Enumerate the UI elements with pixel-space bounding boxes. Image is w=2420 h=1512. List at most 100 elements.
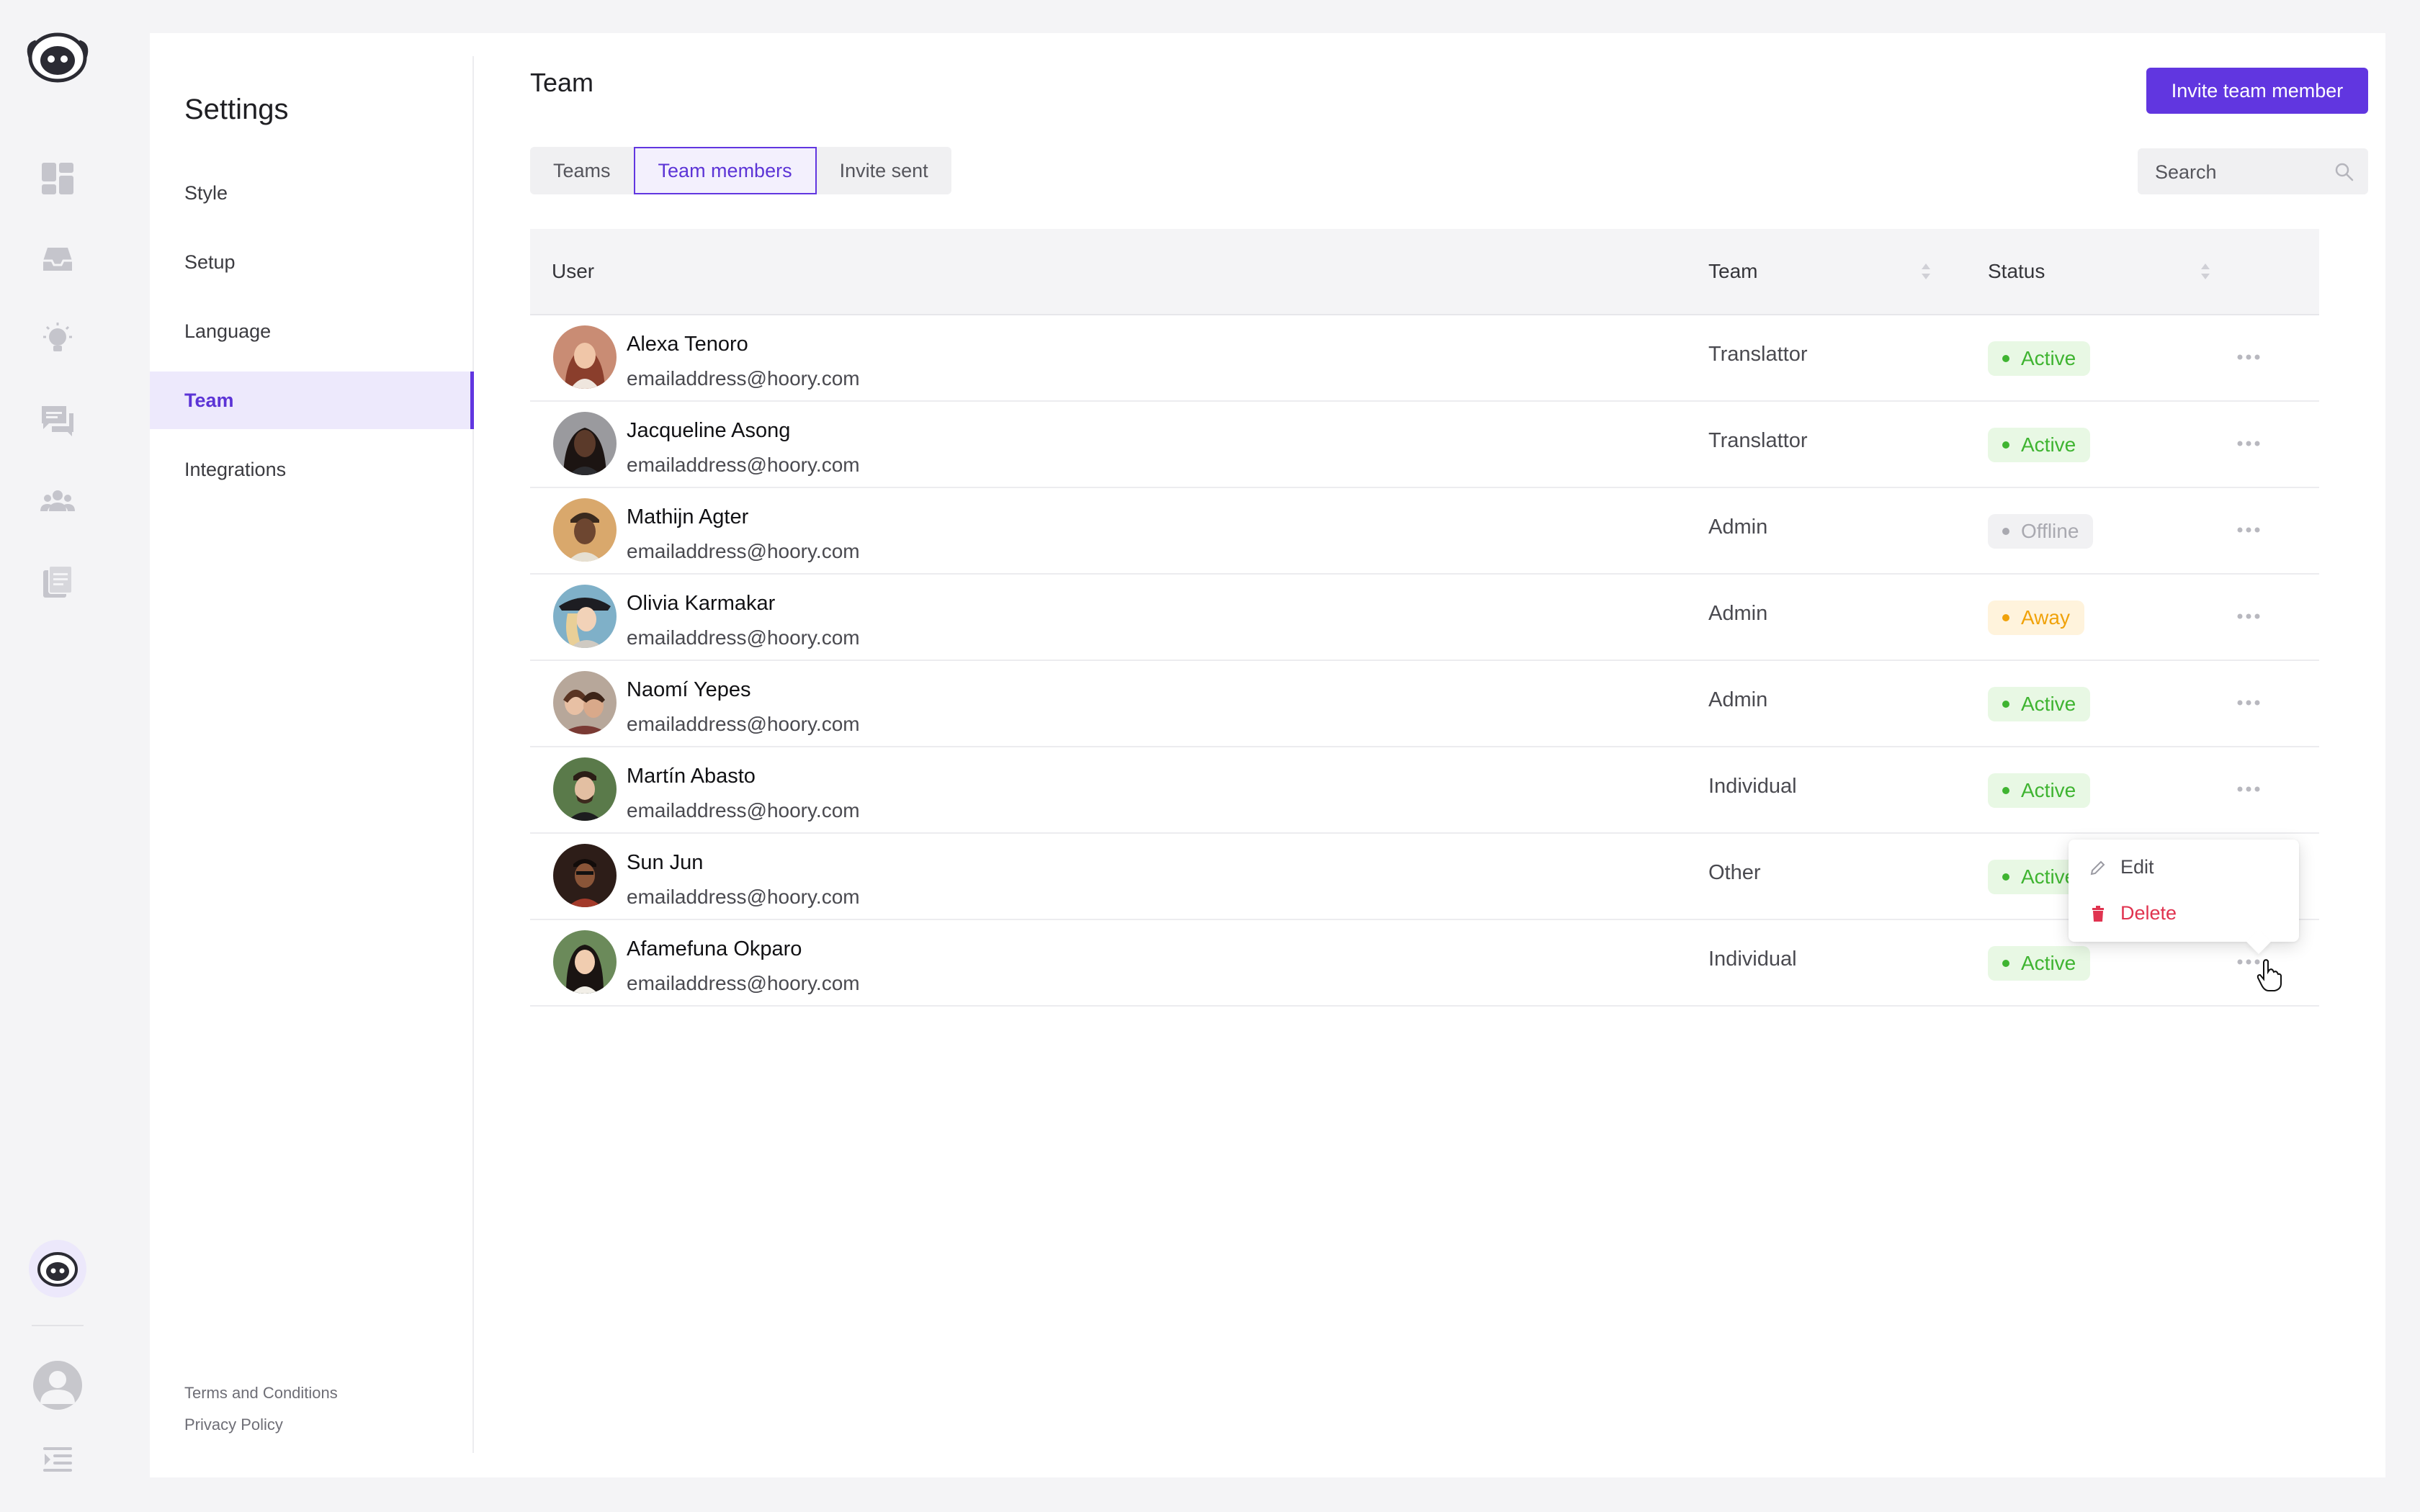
member-avatar — [553, 757, 617, 821]
lightbulb-icon[interactable] — [37, 320, 78, 360]
search-input[interactable] — [2154, 148, 2322, 196]
table-row: Naomí Yepes emailaddress@hoory.com Admin… — [530, 661, 2319, 747]
status-badge: Active — [1988, 687, 2091, 721]
settings-item-integrations[interactable]: Integrations — [150, 441, 472, 498]
table-header: User Team Status — [530, 229, 2319, 315]
table-row: Sun Jun emailaddress@hoory.com Other Act… — [530, 834, 2319, 920]
status-badge: Offline — [1988, 514, 2094, 549]
team-content: Team Invite team member Teams Team membe… — [530, 33, 2368, 1477]
member-name: Martín Abasto — [627, 765, 756, 788]
settings-item-style[interactable]: Style — [150, 164, 472, 222]
table-row: Jacqueline Asong emailaddress@hoory.com … — [530, 402, 2319, 488]
delete-menu-item[interactable]: Delete — [2089, 899, 2177, 927]
member-team: Translattor — [1708, 429, 1808, 452]
member-avatar — [553, 585, 617, 648]
member-team: Individual — [1708, 775, 1797, 798]
trash-icon — [2092, 906, 2104, 922]
settings-sidebar: Settings Style Setup Language Team Integ… — [150, 56, 474, 1453]
main-card: Settings Style Setup Language Team Integ… — [150, 33, 2385, 1477]
search-icon[interactable] — [2334, 161, 2355, 183]
hoory-bot-icon — [37, 1252, 78, 1287]
member-avatar — [553, 930, 617, 994]
table-row: Martín Abasto emailaddress@hoory.com Ind… — [530, 747, 2319, 834]
member-team: Translattor — [1708, 343, 1808, 366]
member-name: Mathijn Agter — [627, 505, 749, 528]
contacts-icon[interactable] — [37, 481, 78, 521]
tab-invite-sent[interactable]: Invite sent — [817, 147, 951, 194]
table-row: Mathijn Agter emailaddress@hoory.com Adm… — [530, 488, 2319, 575]
pages-icon[interactable] — [37, 562, 78, 602]
member-team: Admin — [1708, 516, 1768, 539]
dashboard-icon[interactable] — [37, 158, 78, 199]
member-name: Alexa Tenoro — [627, 333, 748, 356]
status-badge: Away — [1988, 600, 2084, 635]
inbox-icon[interactable] — [37, 239, 78, 279]
status-badge: Active — [1988, 773, 2091, 808]
member-avatar — [553, 498, 617, 562]
user-icon — [40, 1371, 75, 1404]
column-user: User — [552, 260, 595, 282]
search-box — [2138, 148, 2368, 196]
member-team: Admin — [1708, 688, 1768, 711]
tab-bar: Teams Team members Invite sent — [530, 147, 951, 194]
more-options-icon[interactable] — [2234, 432, 2263, 455]
member-name: Jacqueline Asong — [627, 419, 791, 442]
column-team[interactable]: Team — [1708, 229, 1757, 314]
status-badge: Active — [1988, 428, 2091, 462]
terms-link[interactable]: Terms and Conditions — [184, 1384, 338, 1403]
member-avatar — [553, 325, 617, 389]
team-members-table: User Team Status Alexa Tenoro emailaddre… — [530, 229, 2319, 1007]
hoory-logo-icon[interactable] — [23, 29, 92, 86]
privacy-link[interactable]: Privacy Policy — [184, 1416, 283, 1434]
member-avatar — [553, 412, 617, 475]
more-options-icon[interactable] — [2234, 518, 2263, 541]
settings-title: Settings — [184, 94, 289, 125]
member-team: Admin — [1708, 602, 1768, 625]
bot-avatar[interactable] — [29, 1240, 86, 1297]
icon-rail — [0, 0, 115, 1512]
user-avatar[interactable] — [33, 1361, 82, 1410]
member-email: emailaddress@hoory.com — [627, 367, 860, 390]
settings-item-language[interactable]: Language — [150, 302, 472, 360]
member-avatar — [553, 844, 617, 907]
member-email: emailaddress@hoory.com — [627, 886, 860, 908]
column-status[interactable]: Status — [1988, 229, 2045, 314]
table-row: Afamefuna Okparo emailaddress@hoory.com … — [530, 920, 2319, 1007]
sort-team-icon[interactable] — [1920, 261, 1932, 282]
more-options-icon[interactable] — [2234, 778, 2263, 801]
member-email: emailaddress@hoory.com — [627, 540, 860, 562]
edit-menu-item[interactable]: Edit — [2089, 852, 2154, 881]
member-email: emailaddress@hoory.com — [627, 972, 860, 994]
row-actions-menu: Edit Delete — [2069, 840, 2299, 954]
status-badge: Active — [1988, 341, 2091, 376]
status-badge: Active — [1988, 946, 2091, 981]
more-options-icon[interactable] — [2234, 346, 2263, 369]
more-options-icon[interactable] — [2234, 605, 2263, 628]
hand-cursor-icon — [2257, 959, 2282, 991]
tab-team-members[interactable]: Team members — [633, 147, 817, 194]
chat-icon[interactable] — [37, 400, 78, 441]
member-name: Sun Jun — [627, 851, 704, 874]
settings-item-team[interactable]: Team — [150, 372, 474, 429]
member-team: Individual — [1708, 948, 1797, 971]
collapse-menu-icon[interactable] — [37, 1440, 78, 1480]
sort-status-icon[interactable] — [2200, 261, 2211, 282]
member-name: Naomí Yepes — [627, 678, 751, 701]
rail-divider — [32, 1325, 84, 1326]
member-avatar — [553, 671, 617, 734]
invite-team-member-button[interactable]: Invite team member — [2146, 68, 2368, 114]
more-options-icon[interactable] — [2234, 691, 2263, 714]
tab-teams[interactable]: Teams — [530, 147, 634, 194]
member-email: emailaddress@hoory.com — [627, 454, 860, 476]
member-email: emailaddress@hoory.com — [627, 713, 860, 735]
member-email: emailaddress@hoory.com — [627, 626, 860, 649]
member-email: emailaddress@hoory.com — [627, 799, 860, 822]
table-row: Alexa Tenoro emailaddress@hoory.com Tran… — [530, 315, 2319, 402]
member-name: Afamefuna Okparo — [627, 937, 802, 960]
pencil-icon — [2090, 860, 2105, 876]
page-title: Team — [530, 68, 594, 97]
table-row: Olivia Karmakar emailaddress@hoory.com A… — [530, 575, 2319, 661]
member-team: Other — [1708, 861, 1761, 884]
settings-item-setup[interactable]: Setup — [150, 233, 472, 291]
member-name: Olivia Karmakar — [627, 592, 776, 615]
